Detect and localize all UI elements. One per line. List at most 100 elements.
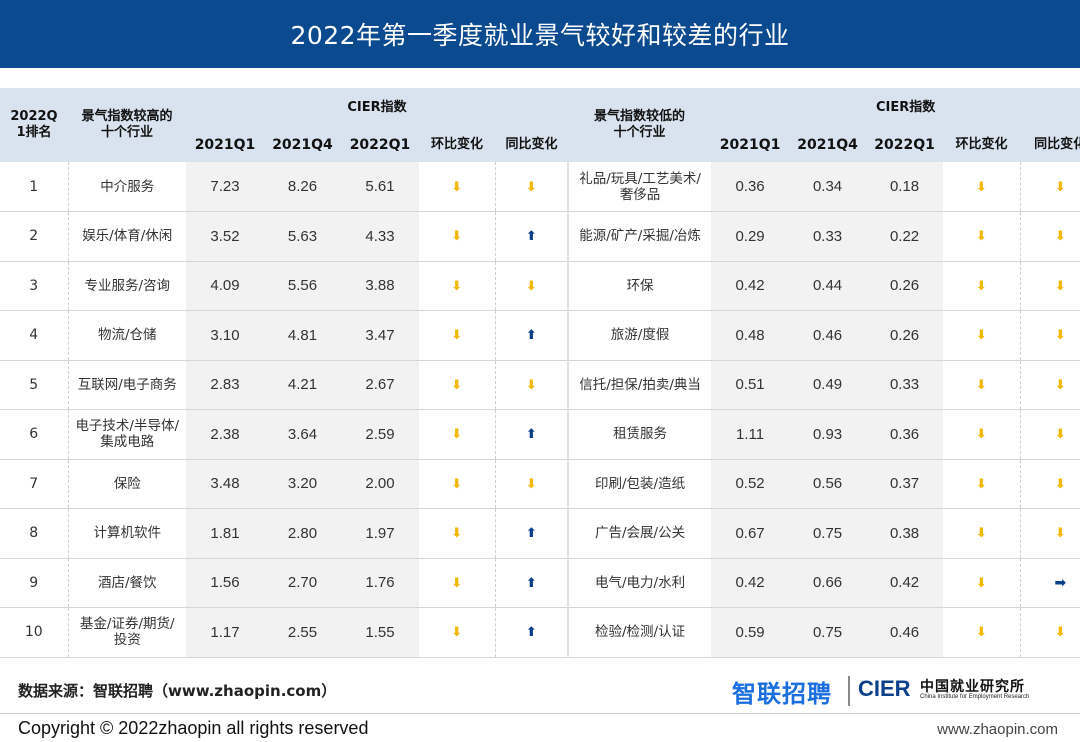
header-2021q1-low: 2021Q1 [711,128,790,162]
cier-logo-cn: 中国就业研究所 [920,679,1025,695]
high-industry-name: 基金/证券/期货/投资 [67,607,186,658]
low-industry-name: 环保 [567,261,712,311]
low-qoq-change: ⬇ [943,508,1021,559]
header-rank: 2022Q 1排名 [0,88,68,162]
arrow-down-icon: ⬇ [525,476,537,492]
arrow-down-icon: ⬇ [975,229,987,245]
low-2021q1-value: 0.67 [711,508,790,559]
cier-logo-en: China Institute for Employment Research [920,694,1030,700]
high-2021q4-value: 3.20 [264,459,341,509]
arrow-down-icon: ⬇ [525,377,537,393]
low-2021q1-value: 0.51 [711,360,790,410]
low-2021q4-value: 0.44 [789,261,867,311]
arrow-down-icon: ⬇ [451,328,463,344]
high-2022q1-value: 3.47 [341,310,419,361]
arrow-down-icon: ⬇ [451,526,463,542]
arrow-down-icon: ⬇ [451,575,463,591]
high-industry-name: 物流/仓储 [67,310,186,361]
high-yoy-change: ⬇ [494,162,569,212]
arrow-down-icon: ⬇ [975,526,987,542]
table-row: 4 物流/仓储 3.10 4.81 3.47 ⬇ ⬆ 旅游/度假 0.48 0.46 0.26 ⬇ ⬇ [0,310,1080,361]
high-2021q1-value: 1.17 [186,607,264,658]
industry-ranking-table: 2022Q 1排名 景气指数较高的 十个行业 CIER指数 景气指数较低的 十个行业 … [0,88,1080,658]
header-cier-right: CIER指数 [711,88,1080,128]
arrow-down-icon: ⬇ [451,625,463,641]
arrow-up-icon: ⬆ [525,526,537,542]
high-yoy-change: ⬆ [494,508,569,559]
high-yoy-change: ⬆ [494,409,569,460]
rank-cell: 9 [0,558,68,608]
high-2021q4-value: 4.21 [264,360,341,410]
high-2021q4-value: 3.64 [264,409,341,460]
page-title-banner: 2022年第一季度就业景气较好和较差的行业 [0,0,1080,68]
high-yoy-change: ⬆ [494,558,569,608]
low-yoy-change: ⬇ [1019,310,1080,361]
high-2021q1-value: 7.23 [186,162,264,212]
low-industry-name: 租赁服务 [567,409,712,460]
low-2021q1-value: 1.11 [711,409,790,460]
arrow-down-icon: ⬇ [975,625,987,641]
header-yoy-low: 同比变化 [1020,128,1080,162]
low-2022q1-value: 0.37 [866,459,944,509]
arrow-down-icon: ⬇ [975,179,987,195]
arrow-down-icon: ⬇ [451,179,463,195]
high-2022q1-value: 3.88 [341,261,419,311]
low-industry-name: 检验/检测/认证 [567,607,712,658]
header-cier-left: CIER指数 [186,88,569,128]
high-qoq-change: ⬇ [419,211,495,262]
high-2021q1-value: 2.83 [186,360,264,410]
low-2021q1-value: 0.59 [711,607,790,658]
header-2021q4-low: 2021Q4 [789,128,867,162]
arrow-down-icon: ⬇ [975,476,987,492]
low-2021q4-value: 0.66 [789,558,867,608]
arrow-up-icon: ⬆ [525,575,537,591]
arrow-up-icon: ⬆ [525,328,537,344]
high-industry-name: 中介服务 [67,162,186,212]
low-2021q1-value: 0.42 [711,261,790,311]
low-2021q1-value: 0.52 [711,459,790,509]
low-qoq-change: ⬇ [943,459,1021,509]
header-2021q4: 2021Q4 [264,128,341,162]
low-yoy-change: ⬇ [1019,459,1080,509]
page-title: 2022年第一季度就业景气较好和较差的行业 [290,21,790,50]
low-qoq-change: ⬇ [943,607,1021,658]
low-qoq-change: ⬇ [943,310,1021,361]
high-2021q4-value: 5.56 [264,261,341,311]
low-2021q4-value: 0.33 [789,211,867,262]
rank-cell: 3 [0,261,68,311]
logo-divider [848,676,850,706]
high-qoq-change: ⬇ [419,409,495,460]
high-industry-name: 互联网/电子商务 [67,360,186,410]
arrow-down-icon: ⬇ [975,427,987,443]
arrow-right-icon: ➡ [1054,574,1067,591]
high-2021q4-value: 2.80 [264,508,341,559]
website-link[interactable]: www.zhaopin.com [937,721,1058,738]
high-2022q1-value: 2.00 [341,459,419,509]
high-industry-name: 电子技术/半导体/集成电路 [67,409,186,460]
table-row: 7 保险 3.48 3.20 2.00 ⬇ ⬇ 印刷/包装/造纸 0.52 0.56 0.37 ⬇ ⬇ [0,459,1080,509]
low-qoq-change: ⬇ [943,409,1021,460]
arrow-up-icon: ⬆ [525,625,537,641]
arrow-up-icon: ⬆ [525,427,537,443]
high-yoy-change: ⬇ [494,261,569,311]
high-2021q4-value: 8.26 [264,162,341,212]
low-2021q4-value: 0.75 [789,607,867,658]
header-high-industry: 景气指数较高的 十个行业 [68,88,186,162]
high-2021q4-value: 4.81 [264,310,341,361]
low-yoy-change: ⬇ [1019,261,1080,311]
low-yoy-change: ⬇ [1019,607,1080,658]
low-industry-name: 礼品/玩具/工艺美术/奢侈品 [567,162,712,212]
arrow-down-icon: ⬇ [451,427,463,443]
arrow-down-icon: ⬇ [1054,328,1066,344]
high-2022q1-value: 2.59 [341,409,419,460]
arrow-down-icon: ⬇ [975,377,987,393]
rank-cell: 2 [0,211,68,262]
arrow-down-icon: ⬇ [451,377,463,393]
low-qoq-change: ⬇ [943,558,1021,608]
low-yoy-change: ⬇ [1019,409,1080,460]
rank-cell: 7 [0,459,68,509]
rank-cell: 4 [0,310,68,361]
arrow-down-icon: ⬇ [451,278,463,294]
arrow-down-icon: ⬇ [525,278,537,294]
high-qoq-change: ⬇ [419,607,495,658]
